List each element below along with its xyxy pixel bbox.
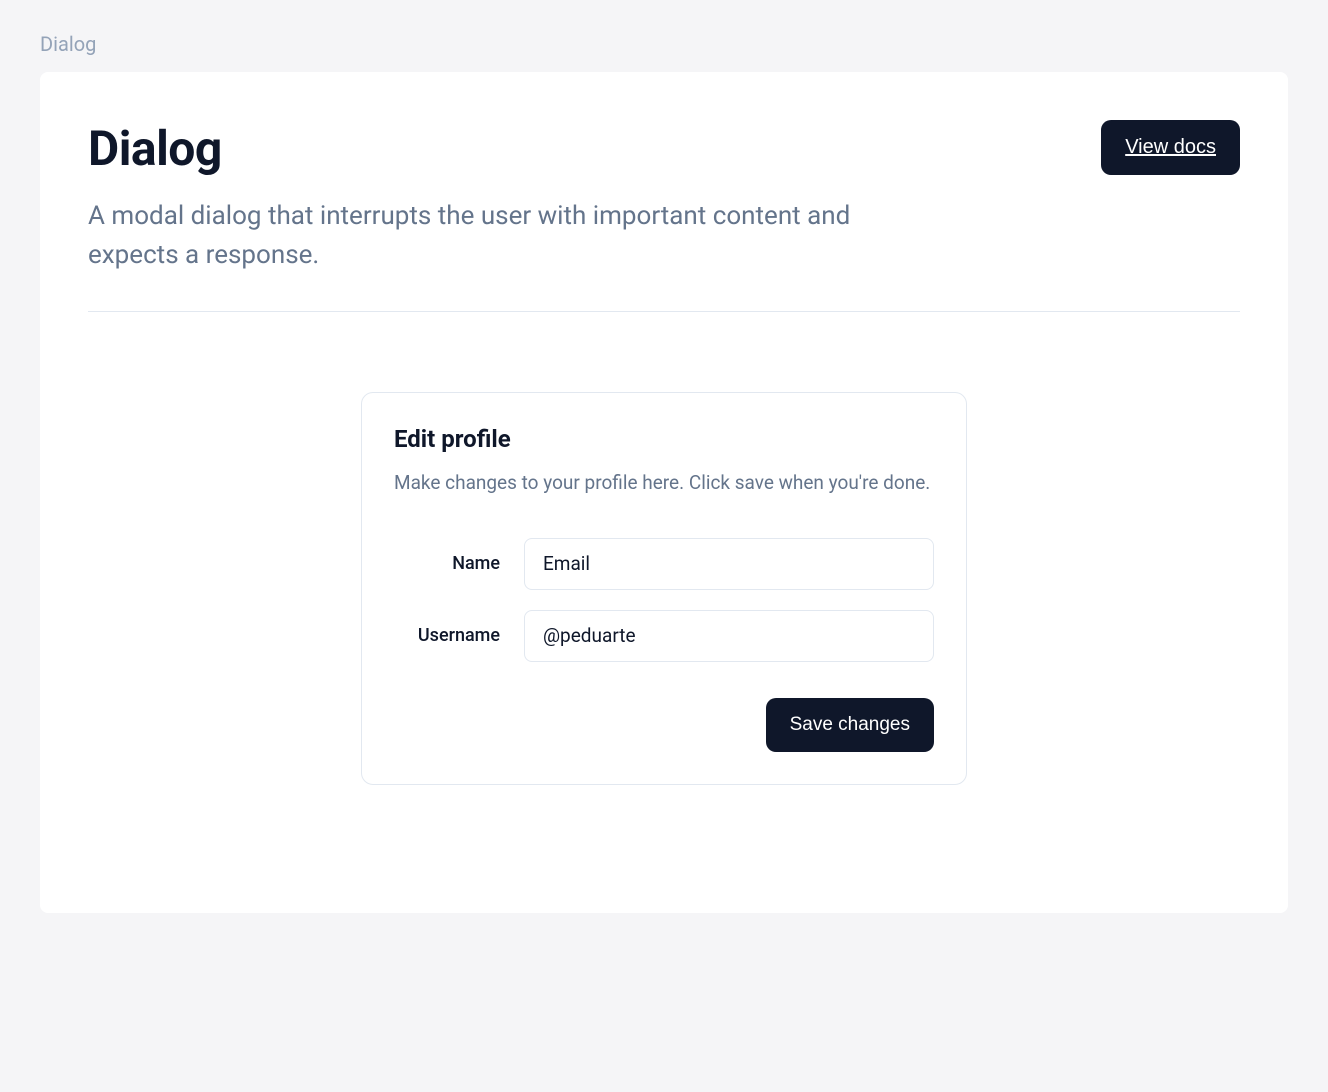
breadcrumb: Dialog bbox=[0, 0, 1328, 72]
view-docs-button[interactable]: View docs bbox=[1101, 120, 1240, 175]
name-label: Name bbox=[394, 553, 524, 574]
page-description: A modal dialog that interrupts the user … bbox=[88, 197, 868, 275]
dialog-box: Edit profile Make changes to your profil… bbox=[361, 392, 967, 785]
page-title: Dialog bbox=[88, 120, 222, 177]
example-area: Edit profile Make changes to your profil… bbox=[88, 392, 1240, 865]
dialog-description: Make changes to your profile here. Click… bbox=[394, 469, 934, 498]
header-row: Dialog View docs bbox=[88, 120, 1240, 177]
save-changes-button[interactable]: Save changes bbox=[766, 698, 934, 752]
divider bbox=[88, 311, 1240, 312]
form-row-username: Username bbox=[394, 610, 934, 662]
username-label: Username bbox=[394, 625, 524, 646]
dialog-title: Edit profile bbox=[394, 425, 934, 453]
username-input[interactable] bbox=[524, 610, 934, 662]
dialog-footer: Save changes bbox=[394, 698, 934, 752]
name-input[interactable] bbox=[524, 538, 934, 590]
form-row-name: Name bbox=[394, 538, 934, 590]
docs-card: Dialog View docs A modal dialog that int… bbox=[40, 72, 1288, 913]
